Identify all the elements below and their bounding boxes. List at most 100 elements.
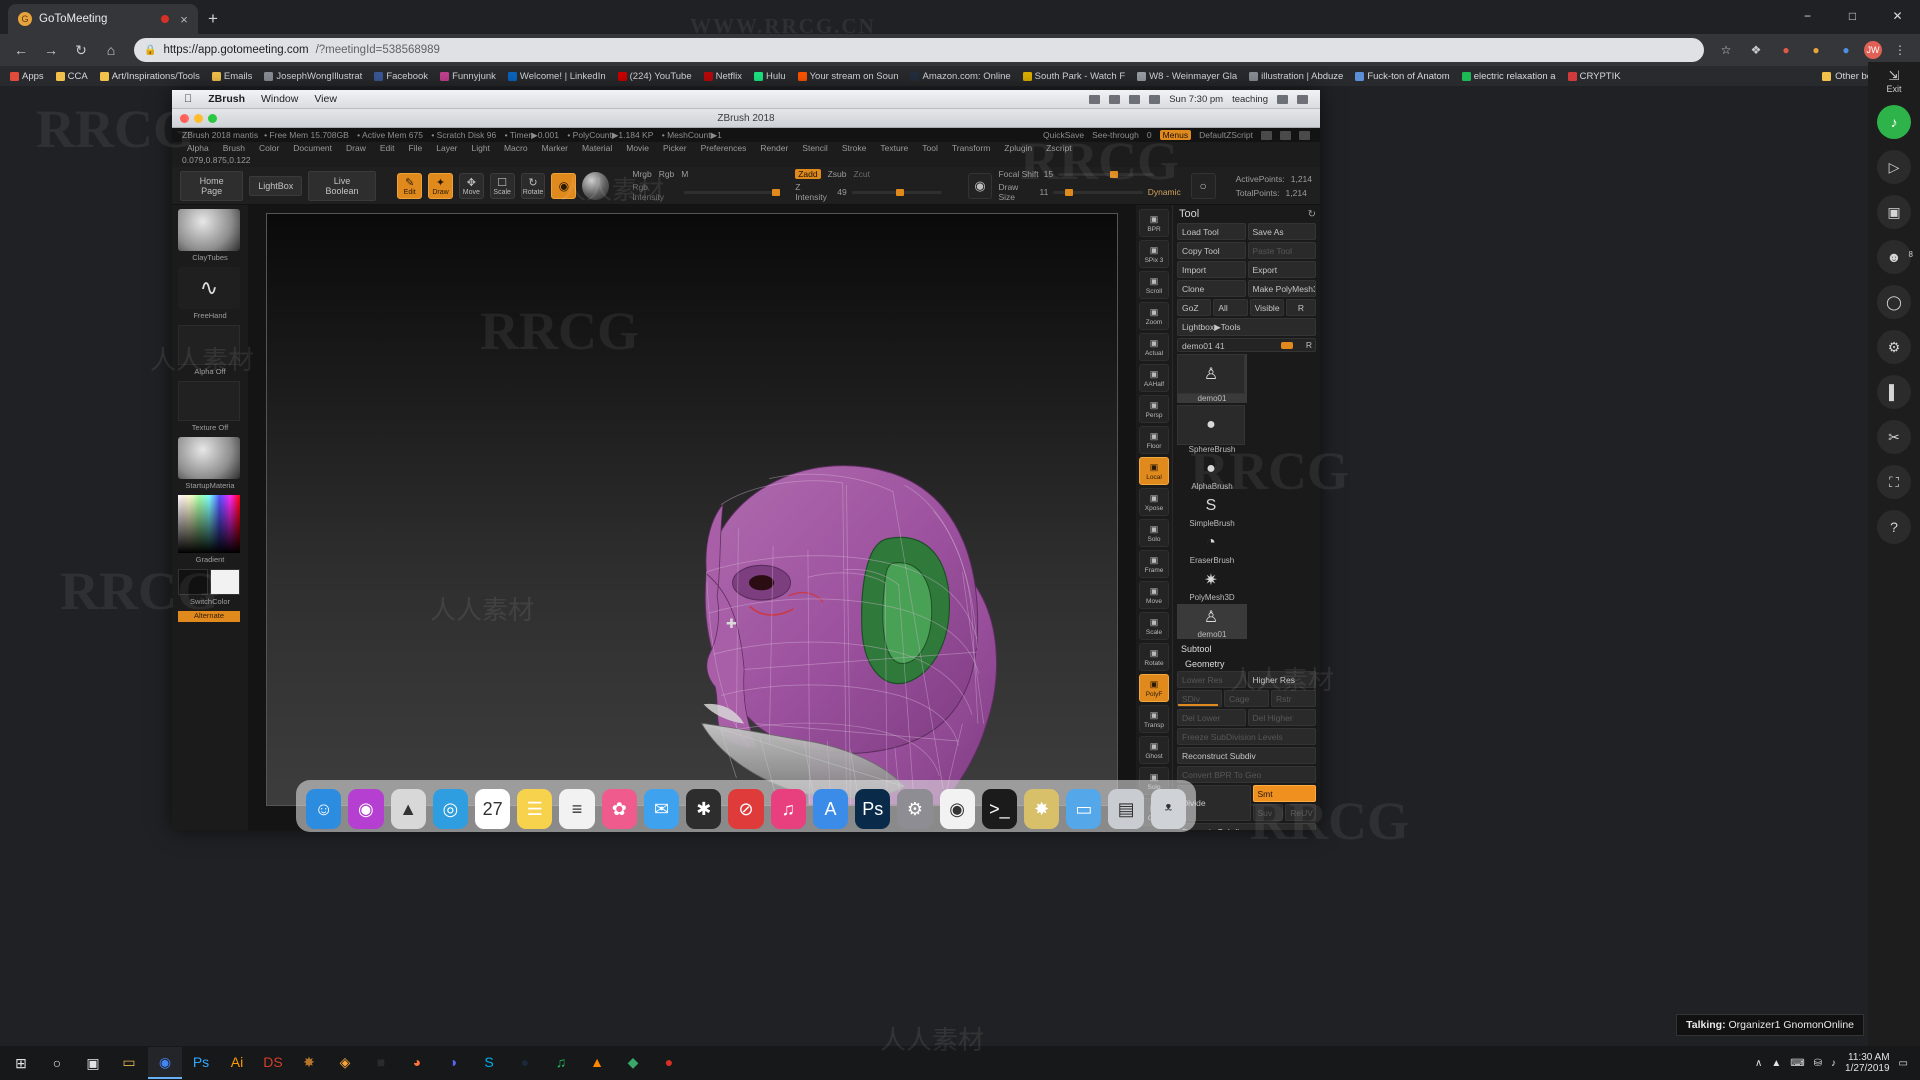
discord-icon[interactable]: ◑ xyxy=(436,1047,470,1079)
lock-palette-icon[interactable] xyxy=(1299,130,1310,140)
attendees-icon[interactable]: ☻ xyxy=(1877,240,1911,274)
palette-button[interactable]: Save As xyxy=(1247,223,1316,240)
switch-color-swatch[interactable] xyxy=(178,569,242,595)
firefox-icon[interactable]: ◕ xyxy=(400,1047,434,1079)
extension-orange-icon[interactable]: ● xyxy=(1804,38,1828,62)
actual-button[interactable]: ▣ Actual xyxy=(1139,333,1169,361)
edit-button[interactable]: ✎ Edit xyxy=(397,172,423,199)
tool-thumbnail[interactable]: ♙ demo01 xyxy=(1177,604,1247,639)
material-swatch[interactable] xyxy=(178,437,240,479)
scroll-button[interactable]: ▣ Scroll xyxy=(1139,271,1169,299)
palette-button[interactable]: Paste Tool xyxy=(1247,242,1316,259)
palette-button[interactable]: Freeze SubDivision Levels xyxy=(1177,728,1316,745)
forward-icon[interactable]: → xyxy=(38,37,64,63)
palette-button[interactable]: Rstr xyxy=(1271,690,1316,707)
zbrush-menu-macro[interactable]: Macro xyxy=(497,143,535,153)
new-tab-button[interactable]: + xyxy=(208,9,218,29)
zcut-button[interactable]: Zcut xyxy=(853,169,870,179)
battery-icon[interactable] xyxy=(1149,94,1161,104)
back-icon[interactable]: ← xyxy=(8,37,34,63)
subtool-header[interactable]: Subtool xyxy=(1177,641,1316,656)
home-page-button[interactable]: Home Page xyxy=(180,170,244,201)
zbrush-menu-layer[interactable]: Layer xyxy=(429,143,464,153)
tool-thumbnail[interactable]: ● SphereBrush xyxy=(1177,405,1247,454)
start-button[interactable]: ⊞ xyxy=(4,1047,38,1079)
finder-icon[interactable]: ☺ xyxy=(306,789,342,829)
local-button[interactable]: ▣ Local xyxy=(1139,457,1169,485)
focal-shift-slider[interactable] xyxy=(1058,170,1155,178)
floor-button[interactable]: ▣ Floor xyxy=(1139,426,1169,454)
zbrush-menu-zplugin[interactable]: Zplugin xyxy=(997,143,1039,153)
photoshop-icon[interactable]: Ps xyxy=(184,1047,218,1079)
notifications-icon[interactable]: ▭ xyxy=(1899,1058,1908,1069)
live-boolean-button[interactable]: Live Boolean xyxy=(308,170,376,201)
microphone-icon[interactable]: ♪ xyxy=(1877,105,1911,139)
speaker-icon[interactable]: ▷ xyxy=(1877,150,1911,184)
bookmark-item[interactable]: CCA xyxy=(50,71,94,82)
palette-button[interactable]: Load Tool xyxy=(1177,223,1246,240)
tool-slider-r[interactable]: R xyxy=(1306,340,1312,350)
zsub-button[interactable]: Zsub xyxy=(828,169,847,179)
search-icon[interactable] xyxy=(1277,94,1288,104)
zscript-label[interactable]: DefaultZScript xyxy=(1199,130,1253,140)
focal-shift-value[interactable]: 15 xyxy=(1044,169,1053,179)
minimize-button[interactable]: − xyxy=(1785,0,1830,32)
exit-button[interactable]: ⇲ Exit xyxy=(1886,68,1901,94)
draw-button[interactable]: ✦ Draw xyxy=(428,172,453,199)
gotomeeting-icon[interactable]: ◈ xyxy=(328,1047,362,1079)
tray-icon-2[interactable]: ⌨ xyxy=(1790,1058,1804,1069)
move-button[interactable]: ✥ Move xyxy=(458,172,484,199)
bluetooth-icon[interactable] xyxy=(1109,94,1121,104)
draw-size-value[interactable]: 11 xyxy=(1040,187,1049,197)
palette-button[interactable]: Make PolyMesh3D xyxy=(1247,280,1316,297)
zbrush-menu-zscript[interactable]: Zscript xyxy=(1039,143,1079,153)
reminders-icon[interactable]: ≡ xyxy=(559,789,595,829)
rgb-intensity-slider[interactable] xyxy=(684,188,781,196)
illustrator-icon[interactable]: Ai xyxy=(220,1047,254,1079)
chrome-icon[interactable]: ◉ xyxy=(939,789,975,829)
steam-icon[interactable]: ● xyxy=(508,1047,542,1079)
zbrush-menu-texture[interactable]: Texture xyxy=(873,143,915,153)
zbrush-menu-file[interactable]: File xyxy=(402,143,430,153)
folder-icon[interactable]: ▭ xyxy=(1066,789,1102,829)
rotate-button[interactable]: ▣ Rotate xyxy=(1139,643,1169,671)
chrome-icon[interactable]: ◉ xyxy=(148,1047,182,1079)
bookmark-item[interactable]: Hulu xyxy=(748,71,792,82)
palette-button[interactable]: Cage xyxy=(1224,690,1269,707)
zbrush-menu-material[interactable]: Material xyxy=(575,143,619,153)
brush-swatch[interactable] xyxy=(178,209,240,251)
close-tab-icon[interactable]: × xyxy=(176,12,192,27)
bookmark-item[interactable]: Fuck-ton of Anatom xyxy=(1349,71,1455,82)
z-intensity-value[interactable]: 49 xyxy=(837,187,846,197)
palette-button[interactable]: R xyxy=(1285,299,1316,316)
stroke-swatch[interactable]: ∿ xyxy=(178,267,240,309)
vlc-icon[interactable]: ▲ xyxy=(580,1047,614,1079)
analytics-icon[interactable]: ▌ xyxy=(1877,375,1911,409)
palette-button[interactable]: ReUV xyxy=(1285,804,1316,821)
bookmark-item[interactable]: Funnyjunk xyxy=(434,71,502,82)
camera-icon[interactable]: ▣ xyxy=(1877,195,1911,229)
zbrush-menu-edit[interactable]: Edit xyxy=(373,143,402,153)
maya-icon[interactable]: ◆ xyxy=(616,1047,650,1079)
appstore-icon[interactable]: A xyxy=(812,789,849,829)
palette-button[interactable]: All xyxy=(1213,299,1248,316)
quicksave-button[interactable]: QuickSave xyxy=(1043,130,1084,140)
file-explorer-icon[interactable]: ▭ xyxy=(112,1047,146,1079)
tool-slider[interactable]: demo01 41 R xyxy=(1177,338,1316,352)
solo-button[interactable]: ▣ Solo xyxy=(1139,519,1169,547)
color-picker[interactable] xyxy=(178,495,240,553)
texture-swatch[interactable] xyxy=(178,381,240,421)
notes-icon[interactable]: ☰ xyxy=(517,789,553,829)
mrgb-button[interactable]: Mrgb xyxy=(632,169,651,179)
zbrush-menu-movie[interactable]: Movie xyxy=(619,143,656,153)
palette-button[interactable]: Dynamic Subdiv xyxy=(1177,823,1316,830)
rotate-button[interactable]: ↻ Rotate xyxy=(520,172,546,199)
search-icon[interactable]: ○ xyxy=(40,1047,74,1079)
tool-thumbnail[interactable]: ● AlphaBrush xyxy=(1177,456,1247,491)
zbrush-menu-marker[interactable]: Marker xyxy=(535,143,575,153)
apple-menu-icon[interactable]:  xyxy=(184,93,192,105)
bookmark-item[interactable]: electric relaxation a xyxy=(1456,71,1562,82)
launchpad-icon[interactable]: ▲ xyxy=(390,789,426,829)
palette-button[interactable]: Del Lower xyxy=(1177,709,1246,726)
bookmark-item[interactable]: South Park - Watch F xyxy=(1017,71,1131,82)
